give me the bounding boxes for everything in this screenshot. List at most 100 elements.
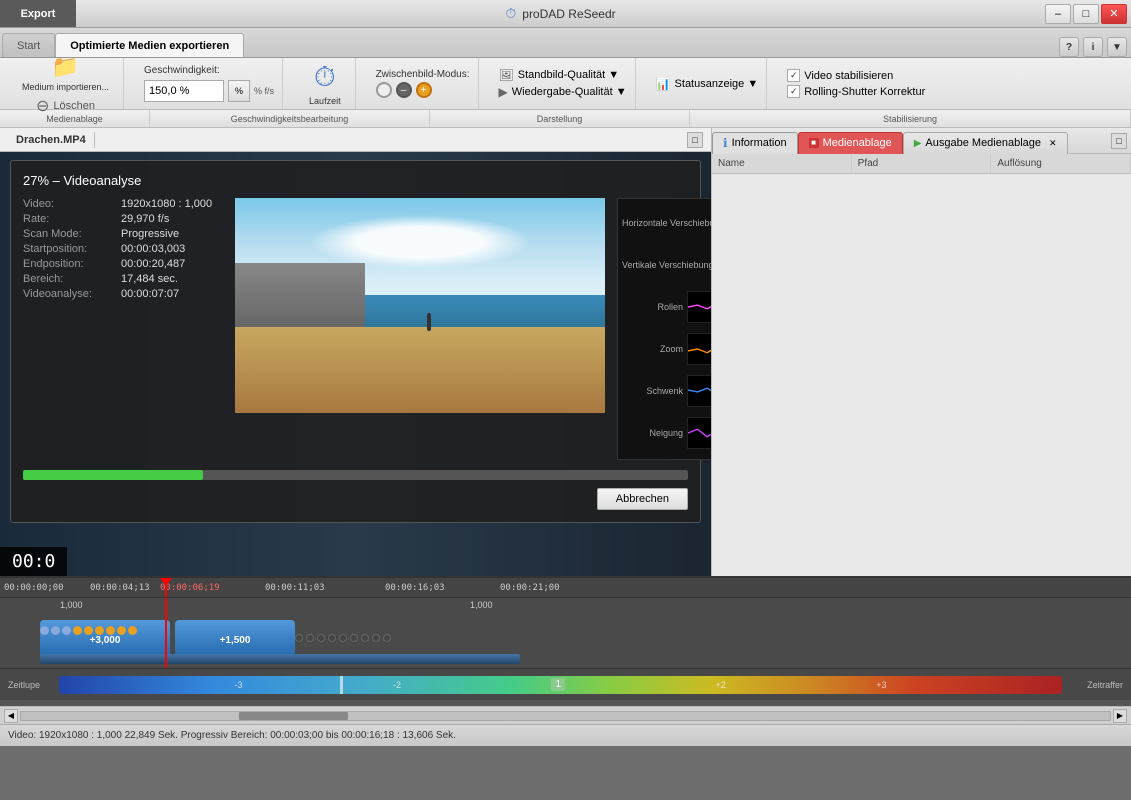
radio-off-button[interactable] [376, 82, 392, 98]
scroll-left-button[interactable]: ◀ [4, 709, 18, 723]
output-tab-label: Ausgabe Medienablage [925, 137, 1041, 149]
maximize-button[interactable]: □ [1073, 4, 1099, 24]
video-tab-header: Drachen.MP4 □ [0, 128, 711, 152]
speed-val-2: 1,000 [470, 600, 493, 610]
close-button[interactable]: ✕ [1101, 4, 1127, 24]
speed-gradient[interactable]: -3 -2 1 +2 +3 [59, 676, 1062, 694]
graph-rollen: Rollen [622, 287, 711, 327]
output-tab-close[interactable]: ✕ [1049, 138, 1057, 149]
status-icon: 📊 [656, 77, 671, 91]
laufzeit-section: ⏱ Laufzeit [295, 58, 356, 109]
graph-svg-schwenk [688, 376, 711, 406]
standbild-button[interactable]: 🖼 Standbild-Qualität ▼ [499, 68, 627, 82]
speed-val-1: 1,000 [60, 600, 83, 610]
track-dots-row [40, 626, 137, 635]
ruler-mark-1: 00:00:04;13 [90, 583, 150, 593]
graph-svg-zoom [688, 334, 711, 364]
tab-output[interactable]: ▶ Ausgabe Medienablage ✕ [903, 132, 1068, 154]
import-button[interactable]: 📁 Medium importieren... [16, 52, 115, 94]
tick-plus3: +3 [876, 680, 886, 690]
graph-svg-rollen [688, 292, 711, 322]
graph-zoom: Zoom [622, 329, 711, 369]
ruler-mark-0: 00:00:00;00 [4, 583, 64, 593]
media-icon: ■ [809, 138, 819, 148]
toolbar: 📁 Medium importieren... ⊖ Löschen Geschw… [0, 58, 1131, 110]
darstellung-section: 🖼 Standbild-Qualität ▼ ▶ Wiedergabe-Qual… [491, 58, 636, 109]
speed-input[interactable] [144, 80, 224, 102]
rolling-checkbox[interactable]: Rolling-Shutter Korrektur [787, 85, 925, 98]
video-panel: Drachen.MP4 □ 27% – Videoanalyse Video:1… [0, 128, 711, 576]
app-title: proDAD ReSeedr [522, 7, 615, 21]
scroll-track[interactable] [20, 711, 1111, 721]
speed-percent-button[interactable]: % [228, 80, 250, 102]
ruler-mark-5: 00:00:21;00 [500, 583, 560, 593]
export-tab-title: Export [0, 0, 76, 27]
help-button[interactable]: ? [1059, 37, 1079, 57]
tab-information[interactable]: ℹ Information [712, 132, 798, 154]
track-dots-cont [295, 634, 391, 642]
settings-button[interactable]: ▼ [1107, 37, 1127, 57]
standbild-label: Standbild-Qualität ▼ [518, 69, 619, 81]
right-panel-header: Name Pfad Auflösung [712, 154, 1131, 174]
title-bar: Export ⏱ proDAD ReSeedr – □ ✕ [0, 0, 1131, 28]
main-content: Drachen.MP4 □ 27% – Videoanalyse Video:1… [0, 128, 1131, 576]
section-medienablage: Medienablage [0, 110, 150, 127]
abbrechen-row: Abbrechen [23, 488, 688, 510]
right-panel-content [712, 174, 1131, 576]
video-stab-checkbox[interactable]: Video stabilisieren [787, 69, 925, 82]
time-display: 00:0 [0, 547, 67, 576]
video-tab-controls: □ [687, 132, 703, 148]
export-label: Export [21, 8, 56, 20]
right-panel-restore[interactable]: □ [1111, 133, 1127, 149]
section-stabilisierung: Stabilisierung [690, 110, 1131, 127]
analysis-preview [235, 198, 605, 460]
tab-restore-button[interactable]: □ [687, 132, 703, 148]
info-button[interactable]: i [1083, 37, 1103, 57]
graph-neigung: Neigung [622, 413, 711, 453]
analysis-graphs: Horizontale Verschiebung Vertikale Versc… [617, 198, 711, 460]
minimize-button[interactable]: – [1045, 4, 1071, 24]
status-button[interactable]: 📊 Statusanzeige ▼ [656, 77, 759, 91]
tab-optimized-label: Optimierte Medien exportieren [70, 40, 229, 52]
time-text: 00:0 [12, 551, 55, 572]
scroll-right-button[interactable]: ▶ [1113, 709, 1127, 723]
video-stab-check[interactable] [787, 69, 800, 82]
track-playhead [165, 598, 167, 668]
app-icon: ⏱ [505, 5, 516, 22]
app-title-area: ⏱ proDAD ReSeedr [76, 5, 1045, 22]
radio-minus-button[interactable]: – [396, 82, 412, 98]
right-tabs: ℹ Information ■ Medienablage ▶ Ausgabe M… [712, 128, 1131, 154]
zeitraffer-label: Zeitraffer [1068, 680, 1123, 690]
timeline-ruler[interactable]: 00:00:00;00 00:00:04;13 00:00:06;19 00:0… [0, 578, 1131, 598]
speed-gradient-bar: Zeitlupe -3 -2 1 +2 +3 Zeitraffer [0, 668, 1131, 700]
wiedergabe-label: Wiedergabe-Qualität ▼ [512, 86, 627, 98]
speed-section: Geschwindigkeit: % % f/s [136, 58, 283, 109]
tab-bar-right: ? i ▼ [1059, 37, 1131, 57]
laufzeit-button[interactable]: ⏱ Laufzeit [303, 59, 347, 108]
tab-bar: Start Optimierte Medien exportieren ? i … [0, 28, 1131, 58]
rolling-check[interactable] [787, 85, 800, 98]
rolling-label: Rolling-Shutter Korrektur [804, 86, 925, 98]
stabilisierung-section: Video stabilisieren Rolling-Shutter Korr… [779, 58, 933, 109]
radio-plus-button[interactable]: + [416, 82, 432, 98]
timeline-track[interactable]: 1,000 1,000 +3,000 +1,500 [0, 598, 1131, 668]
col-pfad: Pfad [852, 154, 992, 173]
scroll-thumb[interactable] [239, 712, 348, 720]
bottom-area: ◀ ▶ Video: 1920x1080 : 1,000 22,849 Sek.… [0, 706, 1131, 746]
import-label: Medium importieren... [22, 82, 109, 92]
video-stab-label: Video stabilisieren [804, 70, 893, 82]
segment-label-1: +3,000 [90, 635, 121, 646]
analysis-info: Video:1920x1080 : 1,000 Rate:29,970 f/s … [23, 198, 223, 460]
abbrechen-button[interactable]: Abbrechen [597, 488, 688, 510]
wiedergabe-button[interactable]: ▶ Wiedergabe-Qualität ▼ [499, 85, 627, 99]
analysis-title: 27% – Videoanalyse [23, 173, 688, 188]
tab-medienablage[interactable]: ■ Medienablage [798, 132, 903, 154]
analysis-overlay: 27% – Videoanalyse Video:1920x1080 : 1,0… [10, 160, 701, 523]
tick-minus2: -2 [393, 680, 401, 690]
main-track-bar [40, 654, 520, 664]
graph-schwenk: Schwenk [622, 371, 711, 411]
import-icon: 📁 [52, 54, 79, 80]
playhead-marker [160, 578, 172, 586]
tab-start-label: Start [17, 40, 40, 52]
section-darstellung: Darstellung [430, 110, 690, 127]
